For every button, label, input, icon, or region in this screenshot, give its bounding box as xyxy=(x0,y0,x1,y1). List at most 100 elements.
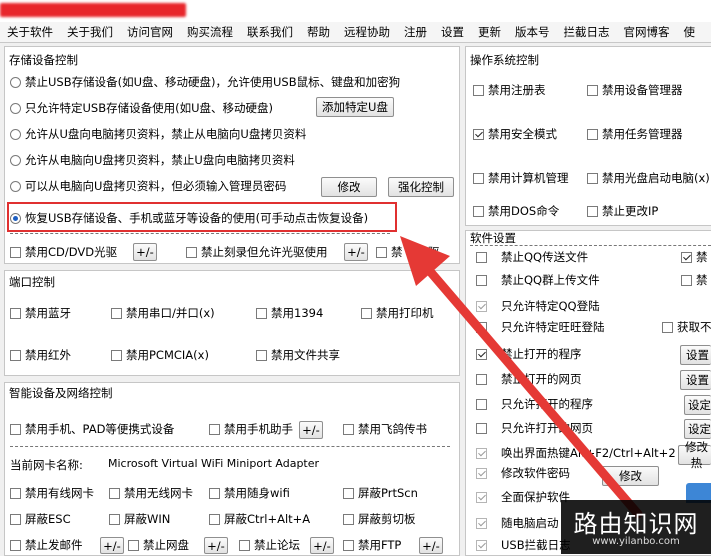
checkbox-label: 禁用随身wifi xyxy=(224,486,290,500)
radio-circle xyxy=(10,128,21,140)
menu-item-update[interactable]: 更新 xyxy=(471,24,508,40)
checkbox-phone-assistant[interactable]: 禁用手机助手 xyxy=(209,420,293,438)
checkbox-box xyxy=(239,539,250,551)
checkbox-infrared[interactable]: 禁用红外 xyxy=(10,346,71,364)
add-specific-usb-button[interactable]: 添加特定U盘 xyxy=(316,97,394,117)
checkbox-get-right[interactable]: 获取不 xyxy=(662,318,711,336)
checkbox-burn-block[interactable]: 禁止刻录但允许光驱使用 xyxy=(186,243,328,261)
menu-item-version[interactable]: 版本号 xyxy=(508,24,557,40)
menu-item-settings[interactable]: 设置 xyxy=(434,24,471,40)
menu-item-contact[interactable]: 联系我们 xyxy=(240,24,300,40)
checkbox-dos[interactable]: 禁用DOS命令 xyxy=(473,202,559,220)
checkbox-device-manager[interactable]: 禁用设备管理器 xyxy=(587,81,683,99)
checkbox-label: 禁 xyxy=(696,273,708,287)
menu-item-about-us[interactable]: 关于我们 xyxy=(60,24,120,40)
checkbox-disable-cd[interactable]: 禁用CD/DVD光驱 xyxy=(10,243,117,261)
checkbox-usb-log[interactable]: USB拦截日志 xyxy=(476,536,571,554)
enhance-control-button[interactable]: 强化控制 xyxy=(388,177,454,197)
checkbox-label: 禁止刻录但允许光驱使用 xyxy=(201,245,328,259)
radio-block-usb[interactable]: 禁止USB存储设备(如U盘、移动硬盘)，允许使用USB鼠标、键盘和加密狗 xyxy=(10,73,400,91)
checkbox-cd-boot[interactable]: 禁用光盘启动电脑(x) xyxy=(587,169,710,187)
checkbox-label: 禁用手机、PAD等便携式设备 xyxy=(25,422,175,436)
checkbox-box xyxy=(109,513,120,525)
burn-toggle-button[interactable]: +/- xyxy=(344,243,368,261)
checkbox-pcmcia[interactable]: 禁用PCMCIA(x) xyxy=(111,346,209,364)
checkbox-box xyxy=(662,321,673,333)
radio-pc-to-usb-only[interactable]: 允许从电脑向U盘拷贝资料，禁止U盘向电脑拷贝资料 xyxy=(10,151,295,169)
checkbox-computer-management[interactable]: 禁用计算机管理 xyxy=(473,169,569,187)
radio-circle xyxy=(10,180,21,192)
checkbox-portable-devices[interactable]: 禁用手机、PAD等便携式设备 xyxy=(10,420,174,438)
checkbox-box xyxy=(10,539,21,551)
menu-item-block-log[interactable]: 拦截日志 xyxy=(557,24,617,40)
checkbox-label: 禁用光盘启动电脑(x) xyxy=(602,171,710,185)
forum-toggle-button[interactable]: +/- xyxy=(310,537,334,554)
menu-item-register[interactable]: 注册 xyxy=(397,24,434,40)
checkbox-portable-wifi[interactable]: 禁用随身wifi xyxy=(209,484,290,502)
menu-item-about-software[interactable]: 关于软件 xyxy=(0,24,60,40)
checkbox-registry[interactable]: 禁用注册表 xyxy=(473,81,546,99)
checkbox-label: 禁用计算机管理 xyxy=(488,171,569,185)
port-group-title: 端口控制 xyxy=(9,275,55,289)
checkbox-wired-nic[interactable]: 禁用有线网卡 xyxy=(10,484,94,502)
checkbox-label: 禁用有线网卡 xyxy=(25,486,94,500)
phone-assistant-toggle-button[interactable]: +/- xyxy=(299,421,323,439)
radio-copy-with-password[interactable]: 可以从电脑向U盘拷贝资料，但必须输入管理员密码 xyxy=(10,177,286,195)
block-webpages-settings-button[interactable]: 设置 xyxy=(680,370,711,390)
checkbox-right-1[interactable]: 禁 xyxy=(681,248,708,266)
redacted-title-mark xyxy=(0,3,186,17)
menu-bar: 关于软件 关于我们 访问官网 购买流程 联系我们 帮助 远程协助 注册 设置 更… xyxy=(0,22,711,43)
checkbox-label: 禁 xyxy=(696,250,708,264)
watermark: 路由知识网 www.yilanbo.com xyxy=(561,500,711,554)
checkbox-task-manager[interactable]: 禁用任务管理器 xyxy=(587,125,683,143)
cd-toggle-button[interactable]: +/- xyxy=(133,243,157,261)
checkbox-forum[interactable]: 禁止论坛 xyxy=(239,536,300,554)
checkbox-ctrl-alt-a[interactable]: 屏蔽Ctrl+Alt+A xyxy=(209,510,310,528)
checkbox-change-ip[interactable]: 禁止更改IP xyxy=(587,202,658,220)
checkbox-box xyxy=(473,84,484,96)
checkbox-box xyxy=(256,349,267,361)
modify-hotkey-button[interactable]: 修改热 xyxy=(678,440,711,470)
checkbox-box xyxy=(256,307,267,319)
checkbox-netdisk[interactable]: 禁止网盘 xyxy=(128,536,189,554)
os-group-title: 操作系统控制 xyxy=(470,53,539,67)
ftp-toggle-button[interactable]: +/- xyxy=(419,537,443,554)
checkbox-box xyxy=(343,513,354,525)
checkbox-box-checked xyxy=(476,539,487,551)
radio-circle xyxy=(10,102,21,114)
checkbox-wireless-nic[interactable]: 禁用无线网卡 xyxy=(109,484,193,502)
checkbox-serial-port[interactable]: 禁用串口/并口(x) xyxy=(111,304,215,322)
allow-programs-settings-button[interactable]: 设定 xyxy=(684,395,711,415)
menu-item-help[interactable]: 帮助 xyxy=(300,24,337,40)
checkbox-label: 禁止更改IP xyxy=(602,204,659,218)
menu-item-remote[interactable]: 远程协助 xyxy=(337,24,397,40)
checkbox-win[interactable]: 屏蔽WIN xyxy=(109,510,170,528)
checkbox-label: 禁止发邮件 xyxy=(25,538,83,552)
checkbox-box xyxy=(10,246,21,258)
checkbox-esc[interactable]: 屏蔽ESC xyxy=(10,510,71,528)
checkbox-label: 禁用设备管理器 xyxy=(602,83,683,97)
checkbox-bluetooth[interactable]: 禁用蓝牙 xyxy=(10,304,71,322)
email-toggle-button[interactable]: +/- xyxy=(100,537,124,554)
checkbox-safe-mode[interactable]: 禁用安全模式 xyxy=(473,125,557,143)
allow-webpages-settings-button[interactable]: 设定 xyxy=(684,419,711,439)
checkbox-box-checked xyxy=(681,251,692,263)
checkbox-ftp[interactable]: 禁用FTP xyxy=(343,536,401,554)
storage-group-title: 存储设备控制 xyxy=(9,53,78,67)
radio-allow-specific-usb[interactable]: 只允许特定USB存储设备使用(如U盘、移动硬盘) xyxy=(10,99,273,117)
checkbox-box xyxy=(111,307,122,319)
checkbox-file-share[interactable]: 禁用文件共享 xyxy=(256,346,340,364)
checkbox-1394[interactable]: 禁用1394 xyxy=(256,304,323,322)
checkbox-label: 禁用FTP xyxy=(358,538,402,552)
menu-item-purchase[interactable]: 购买流程 xyxy=(180,24,240,40)
menu-item-blog[interactable]: 官网博客 xyxy=(617,24,677,40)
menu-item-website[interactable]: 访问官网 xyxy=(120,24,180,40)
modify-password-button[interactable]: 修改 xyxy=(321,177,377,197)
netdisk-toggle-button[interactable]: +/- xyxy=(204,537,228,554)
checkbox-email[interactable]: 禁止发邮件 xyxy=(10,536,83,554)
menu-item-use[interactable]: 使 xyxy=(677,24,703,40)
block-programs-settings-button[interactable]: 设置 xyxy=(680,345,711,365)
checkbox-right-2[interactable]: 禁 xyxy=(681,271,708,289)
checkbox-label: 禁止论坛 xyxy=(254,538,300,552)
radio-usb-to-pc-only[interactable]: 允许从U盘向电脑拷贝资料，禁止从电脑向U盘拷贝资料 xyxy=(10,125,306,143)
